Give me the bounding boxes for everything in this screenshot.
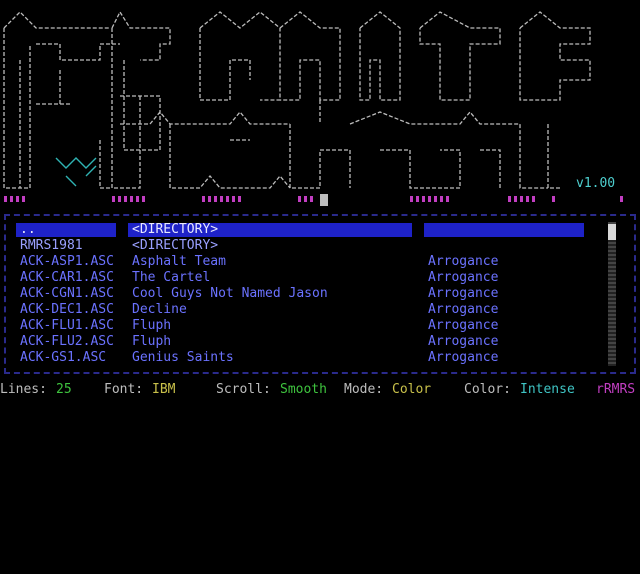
file-row[interactable]: ACK-ASP1.ASC Asphalt Team Arrogance [16,254,604,270]
scrollbar-thumb[interactable] [608,224,616,240]
file-name: ACK-DEC1.ASC [20,302,114,317]
file-group: Arrogance [428,270,499,285]
file-list-panel: .. <DIRECTORY> RMRS1981 <DIRECTORY> ACK-ASP1… [4,214,636,374]
file-row[interactable]: ACK-CAR1.ASC The Cartel Arrogance [16,270,604,286]
color-value[interactable]: Intense [520,382,575,398]
file-row[interactable]: RMRS1981 <DIRECTORY> [16,238,604,254]
file-title: Cool Guys Not Named Jason [132,286,328,301]
brand-label: rRMRS [596,382,636,397]
file-group: Arrogance [428,254,499,269]
file-row[interactable]: ACK-DEC1.ASC Decline Arrogance [16,302,604,318]
file-title: Fluph [132,334,172,349]
file-name: ACK-ASP1.ASC [20,254,114,269]
lines-label: Lines: [0,382,47,397]
file-title: <DIRECTORY> [132,238,219,253]
file-name: ACK-FLU2.ASC [20,334,114,349]
color-label: Color: [464,382,511,397]
file-title: Asphalt Team [132,254,226,269]
file-row[interactable]: ACK-GS1.ASC Genius Saints Arrogance [16,350,604,366]
file-name: ACK-GS1.ASC [20,350,107,365]
mode-label: Mode: [344,382,384,397]
lines-value[interactable]: 25 [56,382,72,398]
file-group: Arrogance [428,286,499,301]
status-bar: Lines: 25 Font: IBM Scroll: Smooth Mode:… [0,382,640,400]
scroll-label: Scroll: [216,382,271,397]
file-row[interactable]: ACK-FLU2.ASC Fluph Arrogance [16,334,604,350]
text-cursor [320,194,328,206]
file-title: Genius Saints [132,350,234,365]
file-name: RMRS1981 [20,238,83,253]
file-name: .. [20,222,36,237]
file-group: Arrogance [428,350,499,365]
file-title: The Cartel [132,270,211,285]
file-title: Fluph [132,318,172,333]
file-row[interactable]: .. <DIRECTORY> [16,222,604,238]
font-label: Font: [104,382,144,397]
file-name: ACK-FLU1.ASC [20,318,114,333]
selection-highlight [424,223,584,237]
version-label: v1.00 [576,176,616,191]
font-value[interactable]: IBM [152,382,175,398]
scrollbar[interactable] [608,222,616,366]
file-name: ACK-CGN1.ASC [20,286,114,301]
file-row[interactable]: ACK-FLU1.ASC Fluph Arrogance [16,318,604,334]
file-title: <DIRECTORY> [132,222,219,237]
file-name: ACK-CAR1.ASC [20,270,114,285]
file-row[interactable]: ACK-CGN1.ASC Cool Guys Not Named Jason Arr… [16,286,604,302]
file-list: .. <DIRECTORY> RMRS1981 <DIRECTORY> ACK-ASP1… [16,222,604,366]
file-title: Decline [132,302,187,317]
ascii-logo: v1.00 [0,0,640,206]
mode-value[interactable]: Color [392,382,431,398]
file-group: Arrogance [428,302,499,317]
scroll-value[interactable]: Smooth [280,382,327,398]
file-group: Arrogance [428,334,499,349]
file-group: Arrogance [428,318,499,333]
ascii-logo-art [3,10,623,202]
